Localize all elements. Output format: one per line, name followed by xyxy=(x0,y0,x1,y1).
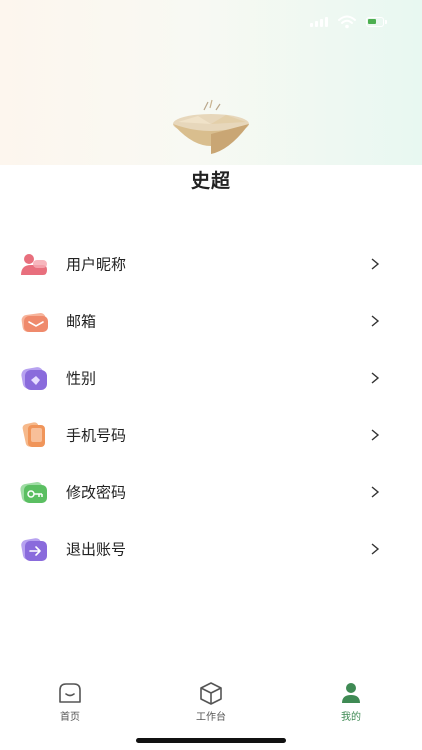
wifi-icon xyxy=(338,15,356,29)
menu-item-logout[interactable]: 退出账号 xyxy=(0,520,422,577)
chevron-right-icon xyxy=(371,542,380,555)
menu-label-change-password: 修改密码 xyxy=(66,483,127,501)
menu-label-gender: 性别 xyxy=(66,369,97,387)
chevron-right-icon xyxy=(371,428,380,441)
chevron-right-icon xyxy=(371,371,380,384)
menu-label-nickname: 用户昵称 xyxy=(66,255,127,273)
tab-mine[interactable]: 我的 xyxy=(309,681,393,723)
status-bar xyxy=(0,0,422,44)
tab-home[interactable]: 首页 xyxy=(28,681,112,723)
menu-item-change-password[interactable]: 修改密码 xyxy=(0,463,422,520)
tab-home-label: 首页 xyxy=(60,712,80,723)
home-icon xyxy=(59,683,81,703)
chevron-right-icon xyxy=(371,257,380,270)
tab-workbench[interactable]: 工作台 xyxy=(169,681,253,723)
phone-icon xyxy=(22,421,45,447)
user-nickname-icon xyxy=(21,253,47,275)
user-name: 史超 xyxy=(190,170,231,192)
menu-item-phone[interactable]: 手机号码 xyxy=(0,406,422,463)
person-icon xyxy=(342,683,360,703)
menu-item-nickname[interactable]: 用户昵称 xyxy=(0,235,422,292)
chevron-right-icon xyxy=(371,314,380,327)
tab-workbench-label: 工作台 xyxy=(196,712,226,723)
cube-icon xyxy=(200,682,222,705)
home-indicator xyxy=(136,738,286,743)
settings-menu: 用户昵称 邮箱 性别 手机号码 修改密码 退出账号 xyxy=(0,235,422,577)
logout-icon xyxy=(21,537,47,561)
chevron-right-icon xyxy=(371,485,380,498)
menu-label-phone: 手机号码 xyxy=(66,426,127,444)
menu-item-gender[interactable]: 性别 xyxy=(0,349,422,406)
gender-icon xyxy=(21,366,47,390)
mail-icon xyxy=(21,312,48,332)
menu-label-logout: 退出账号 xyxy=(66,540,127,558)
avatar[interactable] xyxy=(168,98,254,162)
key-icon xyxy=(20,481,47,503)
cellular-signal-icon xyxy=(310,17,330,27)
menu-item-email[interactable]: 邮箱 xyxy=(0,292,422,349)
tab-mine-label: 我的 xyxy=(341,712,361,723)
menu-label-email: 邮箱 xyxy=(66,312,97,330)
battery-icon xyxy=(366,17,387,27)
